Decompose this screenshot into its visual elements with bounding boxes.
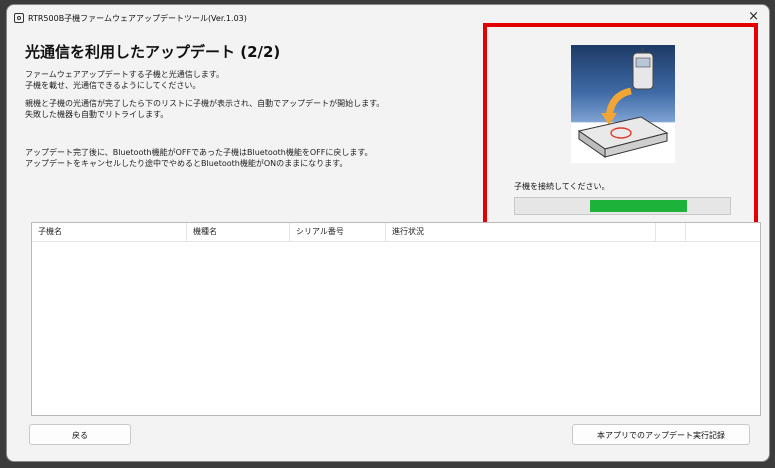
close-icon[interactable]: × — [748, 9, 759, 24]
column-header-model-name[interactable]: 機種名 — [187, 223, 290, 241]
table-header: 子機名 機種名 シリアル番号 進行状況 — [32, 223, 760, 242]
page-title: 光通信を利用したアップデート (2/2) — [25, 43, 281, 61]
device-illustration — [571, 45, 675, 163]
column-header-extra-1[interactable] — [656, 223, 686, 241]
window-title: RTR500B子機ファームウェアアップデートツール(Ver.1.03) — [28, 13, 247, 23]
app-window: RTR500B子機ファームウェアアップデートツール(Ver.1.03) × 光通… — [6, 4, 770, 462]
instruction-line-2: 子機を載せ、光通信できるようにしてください。 — [25, 81, 201, 90]
device-list-table[interactable]: 子機名 機種名 シリアル番号 進行状況 — [31, 222, 761, 416]
progress-fill — [590, 200, 687, 212]
connection-status-text: 子機を接続してください。 — [514, 182, 610, 191]
instruction-line-4: 失敗した機器も自動でリトライします。 — [25, 110, 169, 119]
column-header-serial-number[interactable]: シリアル番号 — [290, 223, 386, 241]
update-history-button[interactable]: 本アプリでのアップデート実行記録 — [572, 424, 750, 445]
instruction-line-3: 親機と子機の光通信が完了したら下のリストに子機が表示され、自動でアップデートが開… — [25, 99, 385, 108]
column-header-child-name[interactable]: 子機名 — [32, 223, 187, 241]
column-header-progress[interactable]: 進行状況 — [386, 223, 656, 241]
column-header-extra-2[interactable] — [686, 223, 760, 241]
connection-status-panel: 子機を接続してください。 — [483, 23, 758, 233]
note-line-1: アップデート完了後に、Bluetooth機能がOFFであった子機はBluetoo… — [25, 148, 373, 157]
app-icon — [14, 13, 24, 23]
progress-bar — [514, 197, 731, 215]
instruction-line-1: ファームウェアアップデートする子機と光通信します。 — [25, 70, 224, 79]
back-button[interactable]: 戻る — [29, 424, 131, 445]
note-line-2: アップデートをキャンセルしたり途中でやめるとBluetooth機能がONのままに… — [25, 159, 348, 168]
